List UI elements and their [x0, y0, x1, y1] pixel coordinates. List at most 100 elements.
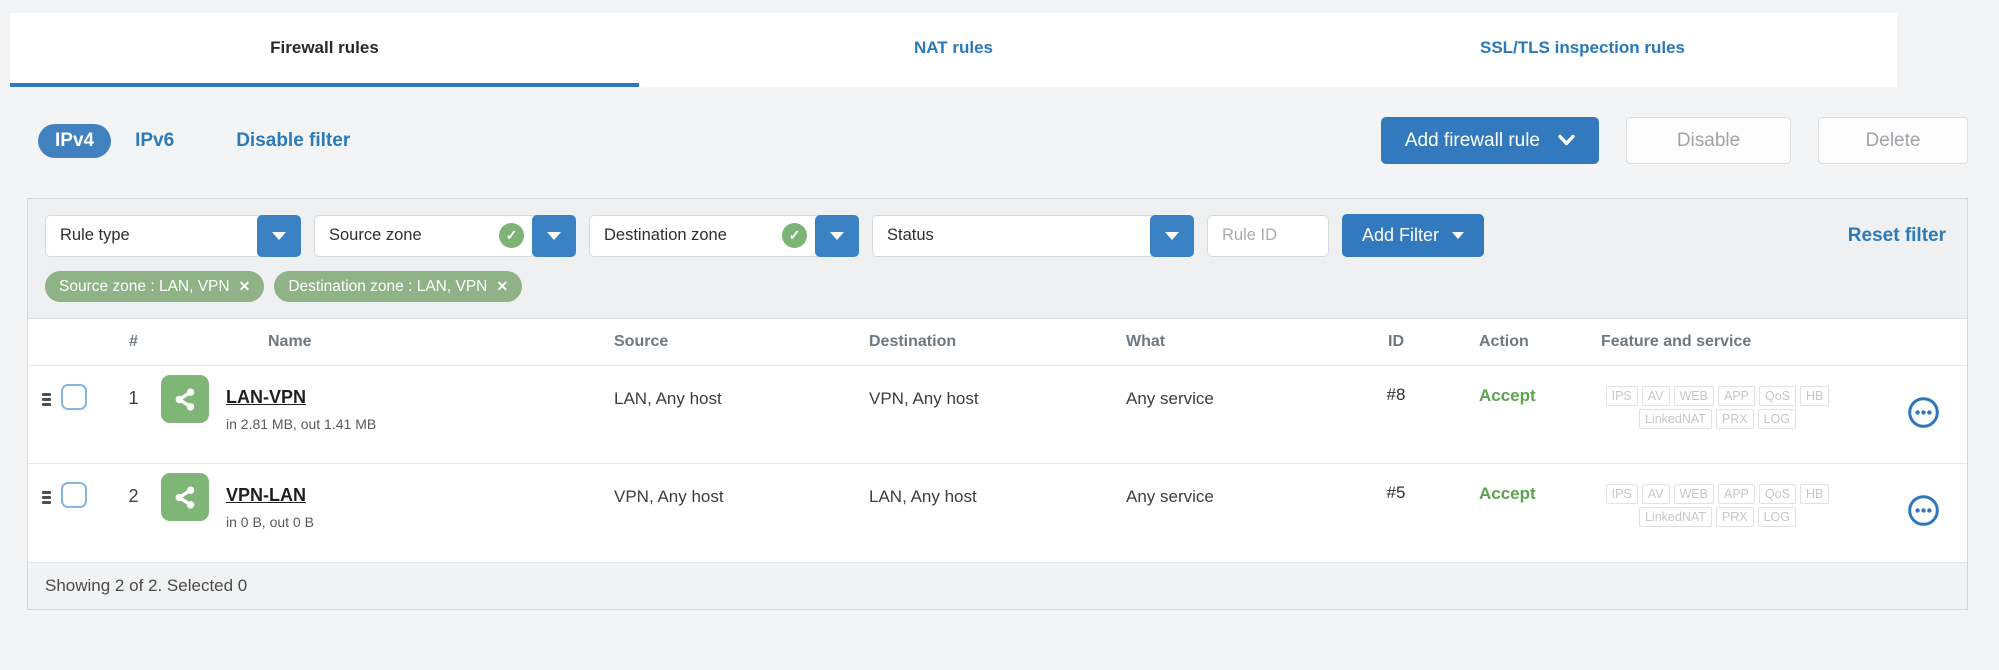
row-checkbox[interactable]	[61, 482, 87, 508]
rule-what: Any service	[1126, 389, 1214, 408]
dropdown-arrow-button[interactable]	[815, 214, 859, 257]
filter-bar: Rule type Source zone ✓ Destination zone…	[45, 214, 1950, 257]
header-destination: Destination	[869, 333, 957, 350]
rule-type-share-icon	[161, 375, 209, 423]
header-icon-spacer	[161, 319, 226, 365]
chip-remove-icon[interactable]: ✕	[496, 278, 508, 295]
header-name: Name	[268, 333, 312, 350]
toolbar: IPv4 IPv6 Disable filter Add firewall ru…	[27, 117, 1968, 164]
feature-badge: LinkedNAT	[1638, 507, 1712, 527]
feature-badge: QoS	[1759, 386, 1797, 406]
disable-filter-link[interactable]: Disable filter	[236, 130, 350, 152]
feature-badges: IPS AV WEB APP QoS HB LinkedNAT PRX LOG	[1556, 484, 1879, 527]
filter-chip[interactable]: Destination zone : LAN, VPN ✕	[274, 271, 523, 302]
feature-badge: QoS	[1759, 484, 1797, 504]
ipv6-toggle[interactable]: IPv6	[135, 130, 174, 152]
feature-badge-line-1: IPS AV WEB APP QoS HB	[1556, 386, 1879, 406]
triangle-down-icon	[1452, 232, 1465, 239]
rule-id: #8	[1386, 385, 1406, 404]
firewall-rules-panel: Rule type Source zone ✓ Destination zone…	[27, 198, 1968, 610]
feature-badge: WEB	[1673, 484, 1714, 504]
rule-id-input[interactable]	[1207, 214, 1329, 257]
table-header: # Name Source Destination What ID Action…	[28, 319, 1967, 366]
dropdown-arrow-button[interactable]	[257, 214, 301, 257]
chip-remove-icon[interactable]: ✕	[239, 278, 251, 295]
chevron-down-icon	[1558, 134, 1575, 146]
rule-traffic-stats: in 2.81 MB, out 1.41 MB	[226, 416, 377, 432]
rule-traffic-stats: in 0 B, out 0 B	[226, 514, 314, 530]
header-menu-spacer	[1879, 319, 1967, 365]
filter-chip-label: Source zone : LAN, VPN	[59, 277, 230, 295]
filter-dropdown-label: Rule type	[60, 226, 130, 244]
triangle-down-icon	[830, 231, 844, 240]
rule-type-share-icon	[161, 473, 209, 521]
add-firewall-rule-button[interactable]: Add firewall rule	[1380, 117, 1599, 164]
table-footer: Showing 2 of 2. Selected 0	[28, 562, 1967, 609]
header-id: ID	[1388, 333, 1404, 350]
feature-badge: LOG	[1757, 409, 1797, 429]
rule-source: LAN, Any host	[614, 389, 722, 408]
feature-badge: AV	[1641, 386, 1670, 406]
filter-applied-check-icon: ✓	[782, 223, 807, 248]
tab-firewall-rules[interactable]: Firewall rules	[10, 13, 639, 87]
filter-applied-check-icon: ✓	[499, 223, 524, 248]
rule-source: VPN, Any host	[614, 487, 724, 506]
rule-name-link[interactable]: LAN-VPN	[226, 384, 306, 410]
feature-badge: IPS	[1605, 386, 1638, 406]
row-menu-ellipsis-icon[interactable]	[1907, 396, 1940, 429]
feature-badge-line-2: LinkedNAT PRX LOG	[1556, 409, 1879, 429]
drag-handle-icon[interactable]	[42, 393, 61, 406]
rule-number: 2	[128, 486, 139, 506]
feature-badge-line-1: IPS AV WEB APP QoS HB	[1556, 484, 1879, 504]
feature-badge: LOG	[1757, 507, 1797, 527]
ipv4-toggle[interactable]: IPv4	[38, 123, 112, 158]
triangle-down-icon	[1165, 231, 1179, 240]
delete-button[interactable]: Delete	[1818, 117, 1968, 164]
filter-chip-label: Destination zone : LAN, VPN	[288, 277, 488, 295]
feature-badge: HB	[1800, 386, 1830, 406]
rule-number: 1	[128, 388, 139, 408]
header-checkbox-spacer	[61, 319, 106, 365]
row-checkbox[interactable]	[61, 384, 87, 410]
rules-tab-bar: Firewall rules NAT rules SSL/TLS inspect…	[10, 13, 1897, 87]
filter-area: Rule type Source zone ✓ Destination zone…	[28, 199, 1967, 319]
filter-dropdown[interactable]: Destination zone ✓	[589, 214, 859, 257]
rule-destination: LAN, Any host	[869, 487, 977, 506]
tab-nat-rules[interactable]: NAT rules	[639, 13, 1268, 87]
add-filter-button[interactable]: Add Filter	[1342, 214, 1485, 257]
filter-dropdown[interactable]: Rule type	[45, 214, 301, 257]
dropdown-arrow-button[interactable]	[1150, 214, 1194, 257]
filter-dropdown[interactable]: Status	[872, 214, 1194, 257]
triangle-down-icon	[272, 231, 286, 240]
drag-handle-icon[interactable]	[42, 491, 61, 504]
feature-badge: PRX	[1715, 409, 1754, 429]
tab-ssl-tls-inspection-rules[interactable]: SSL/TLS inspection rules	[1268, 13, 1897, 87]
rule-action-status: Accept	[1479, 386, 1536, 405]
toolbar-actions: Add firewall rule Disable Delete	[1380, 117, 1968, 164]
filter-chip[interactable]: Source zone : LAN, VPN ✕	[45, 271, 265, 302]
add-filter-label: Add Filter	[1362, 225, 1440, 245]
filter-dropdown-label: Destination zone	[604, 226, 727, 244]
table-row: 1 LAN-VPN in 2.81 MB, out 1.41 MB LAN, A…	[28, 366, 1967, 464]
active-filter-chips: Source zone : LAN, VPN ✕ Destination zon…	[45, 271, 1950, 302]
feature-badge: APP	[1717, 484, 1755, 504]
header-feature-and-service: Feature and service	[1601, 333, 1752, 350]
feature-badge: HB	[1800, 484, 1830, 504]
filter-dropdown[interactable]: Source zone ✓	[314, 214, 576, 257]
filter-dropdown-label: Status	[887, 226, 934, 244]
reset-filter-link[interactable]: Reset filter	[1848, 225, 1950, 247]
rule-name-link[interactable]: VPN-LAN	[226, 482, 306, 508]
disable-button[interactable]: Disable	[1626, 117, 1791, 164]
row-menu-ellipsis-icon[interactable]	[1907, 494, 1940, 527]
feature-badge: LinkedNAT	[1638, 409, 1712, 429]
feature-badges: IPS AV WEB APP QoS HB LinkedNAT PRX LOG	[1556, 386, 1879, 429]
table-body: 1 LAN-VPN in 2.81 MB, out 1.41 MB LAN, A…	[28, 366, 1967, 562]
rule-destination: VPN, Any host	[869, 389, 979, 408]
dropdown-arrow-button[interactable]	[532, 214, 576, 257]
header-source: Source	[614, 333, 669, 350]
header-action: Action	[1479, 333, 1529, 350]
feature-badge: WEB	[1673, 386, 1714, 406]
feature-badge-line-2: LinkedNAT PRX LOG	[1556, 507, 1879, 527]
rule-what: Any service	[1126, 487, 1214, 506]
rule-id: #5	[1386, 483, 1406, 502]
